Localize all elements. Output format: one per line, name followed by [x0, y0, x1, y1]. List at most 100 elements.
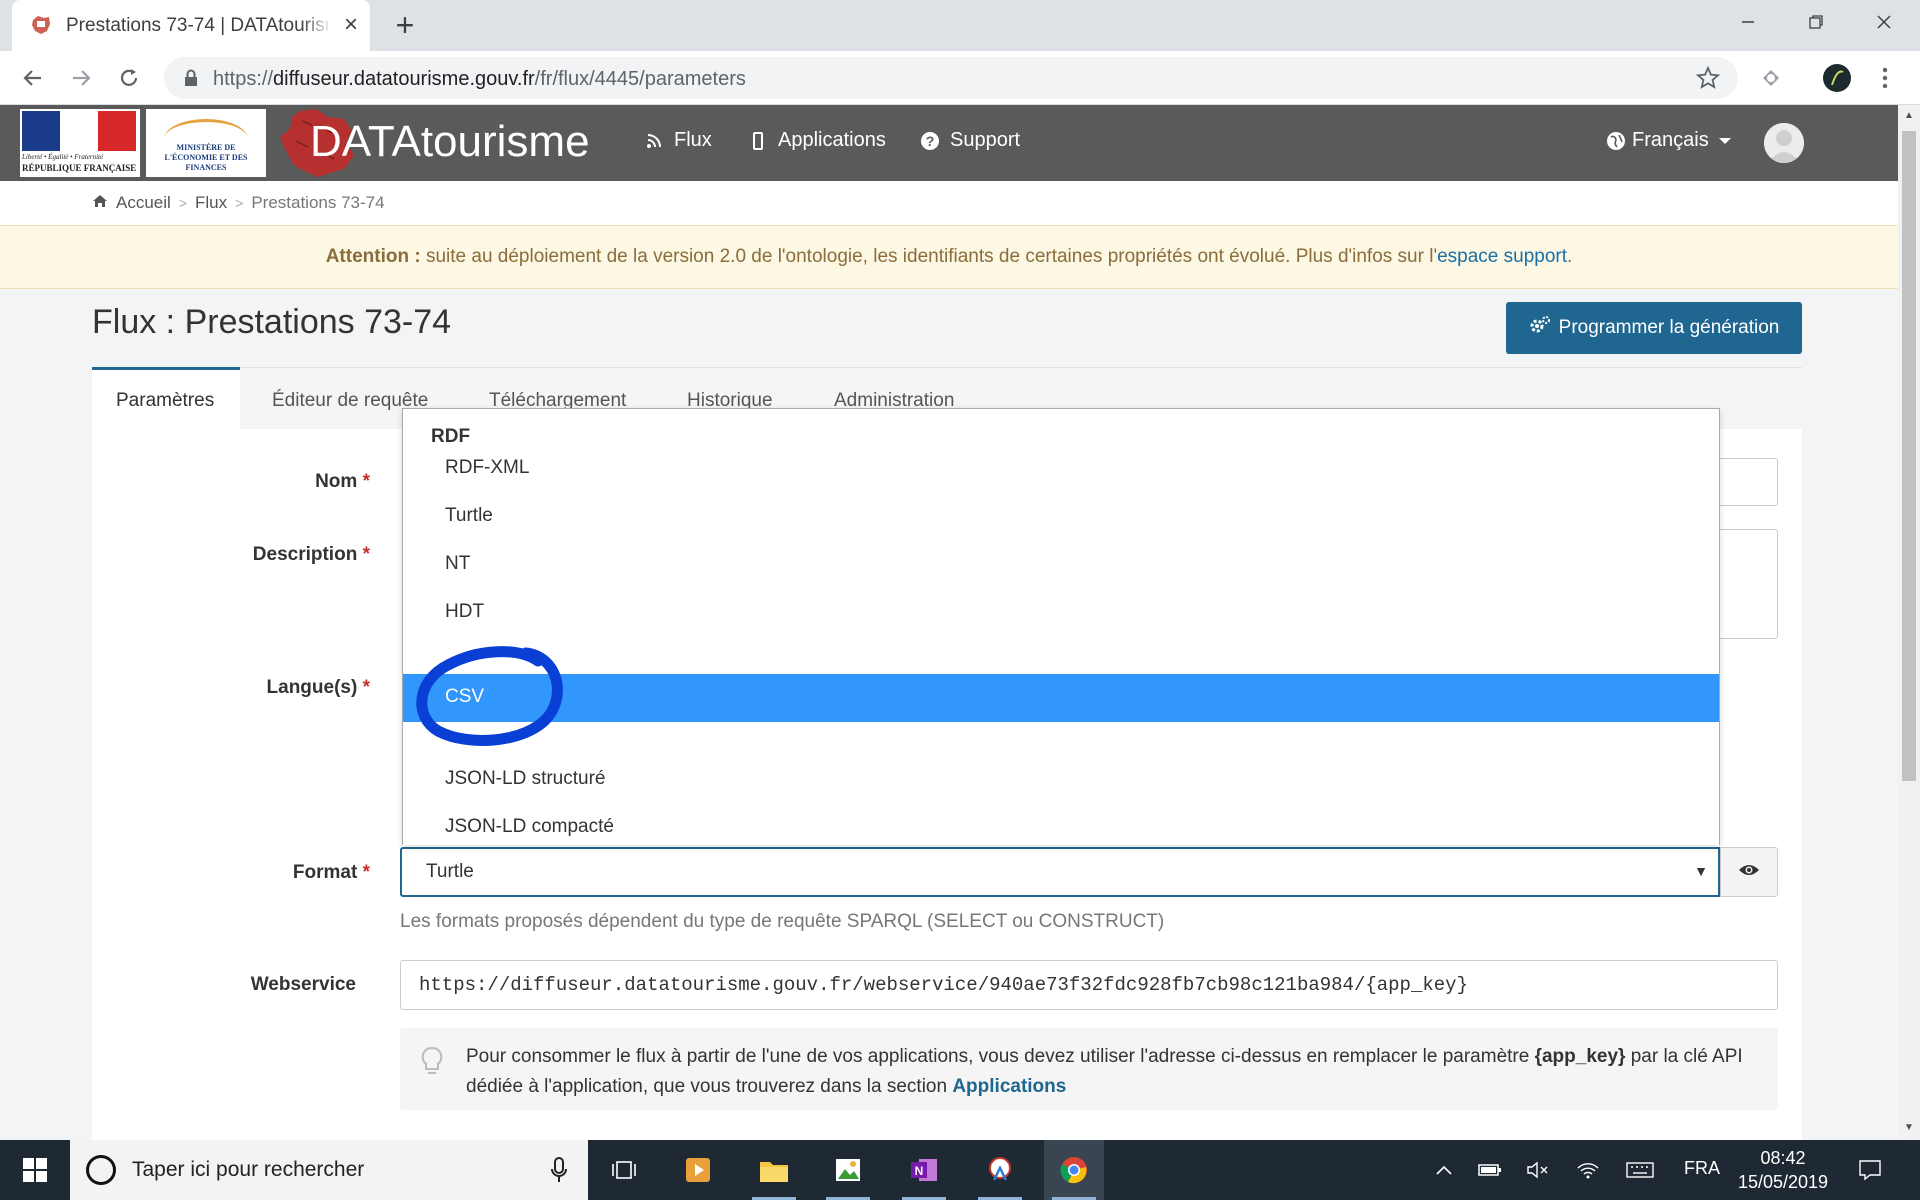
ministry-name: MINISTÈRE DE L'ÉCONOMIE ET DES FINANCES: [164, 143, 248, 172]
lightbulb-icon: [420, 1046, 444, 1078]
option-jsonld-structure[interactable]: JSON-LD structuré: [403, 756, 1719, 804]
question-circle-icon: ?: [920, 131, 940, 151]
applications-link[interactable]: Applications: [952, 1076, 1066, 1097]
option-hdt[interactable]: HDT: [403, 589, 1719, 637]
brand-wordmark: DATAtourisme: [310, 117, 590, 166]
volume-muted-icon[interactable]: [1524, 1156, 1552, 1184]
webservice-label: Webservice: [250, 974, 356, 995]
breadcrumb-separator: >: [235, 195, 244, 211]
ministry-logo[interactable]: MINISTÈRE DE L'ÉCONOMIE ET DES FINANCES: [146, 109, 266, 177]
support-link[interactable]: espace support: [1437, 246, 1567, 267]
media-player-icon[interactable]: [668, 1140, 728, 1200]
profile-icon[interactable]: [1822, 63, 1852, 93]
home-icon[interactable]: [92, 193, 108, 213]
browser-tab-strip: Prestations 73-74 | DATAtourisme × +: [0, 0, 1920, 51]
address-bar[interactable]: https://diffuseur.datatourisme.gouv.fr/f…: [164, 57, 1738, 99]
nav-flux-label: Flux: [674, 129, 712, 151]
option-csv[interactable]: CSV: [403, 674, 1719, 722]
clock[interactable]: 08:42 15/05/2019: [1728, 1146, 1838, 1194]
page-scrollbar[interactable]: ▲ ▼: [1898, 105, 1920, 1140]
forward-icon[interactable]: [64, 61, 98, 95]
format-select-value: Turtle: [426, 861, 474, 882]
show-hidden-icons-icon[interactable]: [1430, 1156, 1458, 1184]
format-label: Format *: [292, 862, 370, 883]
scroll-up-icon[interactable]: ▲: [1902, 109, 1916, 123]
select-arrow-icon: ▼: [1694, 863, 1708, 879]
tab-title: Prestations 73-74 | DATAtourisme: [66, 15, 328, 36]
windows-start-icon[interactable]: [0, 1140, 70, 1200]
format-select[interactable]: Turtle ▼: [400, 847, 1720, 897]
taskbar-search[interactable]: Taper ici pour rechercher: [70, 1140, 588, 1200]
site-header: Liberté • Égalité • Fraternité RÉPUBLIQU…: [0, 105, 1898, 181]
datatourisme-logo[interactable]: DATAtourisme: [272, 105, 602, 181]
eye-icon: [1738, 863, 1760, 882]
alert-end: .: [1567, 246, 1573, 267]
tab-close-icon[interactable]: ×: [338, 12, 364, 38]
languages-label: Langue(s) *: [266, 677, 370, 698]
caret-down-icon: [1718, 137, 1731, 144]
program-generation-button[interactable]: Programmer la génération: [1506, 302, 1802, 354]
option-jsonld-compacte[interactable]: JSON-LD compacté: [403, 804, 1719, 852]
option-turtle[interactable]: Turtle: [403, 493, 1719, 541]
back-icon[interactable]: [16, 61, 50, 95]
nav-applications-label: Applications: [778, 129, 886, 151]
flag-image: [22, 111, 136, 151]
reload-icon[interactable]: [112, 61, 146, 95]
wifi-icon[interactable]: [1574, 1156, 1602, 1184]
extension-icon[interactable]: [1756, 63, 1786, 93]
program-generation-label: Programmer la génération: [1558, 317, 1780, 338]
scrollbar-thumb[interactable]: [1902, 131, 1916, 781]
file-explorer-icon[interactable]: [744, 1140, 804, 1200]
chrome-icon[interactable]: [1044, 1140, 1104, 1200]
clock-date: 15/05/2019: [1737, 1172, 1829, 1192]
battery-icon[interactable]: [1476, 1156, 1504, 1184]
task-view-icon[interactable]: [594, 1140, 654, 1200]
microphone-icon[interactable]: [550, 1156, 568, 1184]
notifications-icon[interactable]: [1856, 1156, 1884, 1184]
svg-text:?: ?: [926, 133, 935, 149]
tab-title-fade: [302, 10, 332, 40]
keyboard-icon[interactable]: [1626, 1156, 1654, 1184]
snipping-tool-icon[interactable]: [970, 1140, 1030, 1200]
minimize-icon[interactable]: [1718, 0, 1778, 44]
webservice-url-field[interactable]: https://diffuseur.datatourisme.gouv.fr/w…: [400, 960, 1778, 1010]
new-tab-icon[interactable]: +: [390, 9, 420, 41]
language-selector[interactable]: Français: [1606, 129, 1731, 152]
cortana-icon: [86, 1155, 116, 1185]
nav-support[interactable]: ? Support: [920, 129, 1020, 152]
bookmark-star-icon[interactable]: [1695, 65, 1721, 90]
scroll-down-icon[interactable]: ▼: [1902, 1121, 1916, 1135]
image-editor-icon[interactable]: [818, 1140, 878, 1200]
rf-name: RÉPUBLIQUE FRANÇAISE: [22, 163, 137, 173]
preview-format-button[interactable]: [1720, 847, 1778, 897]
onenote-icon[interactable]: N: [894, 1140, 954, 1200]
lock-icon: [182, 68, 200, 88]
option-nt[interactable]: NT: [403, 541, 1719, 589]
nav-flux[interactable]: Flux: [644, 129, 712, 152]
nav-applications[interactable]: Applications: [748, 129, 886, 152]
svg-text:N: N: [915, 1164, 924, 1178]
breadcrumb-home[interactable]: Accueil: [116, 193, 171, 213]
page-title: Flux : Prestations 73-74: [92, 303, 452, 341]
close-window-icon[interactable]: [1854, 0, 1914, 44]
format-dropdown-list: RDF RDF-XML Turtle NT HDT CSV JSON-LD st…: [402, 408, 1720, 845]
nav-support-label: Support: [950, 129, 1021, 151]
url-text: https://diffuseur.datatourisme.gouv.fr/f…: [213, 68, 746, 90]
menu-dots-icon[interactable]: [1870, 63, 1900, 93]
avatar[interactable]: [1764, 123, 1804, 163]
ontology-alert: Attention : suite au déploiement de la v…: [0, 225, 1898, 289]
input-language[interactable]: FRA: [1684, 1158, 1720, 1179]
webservice-info-box: Pour consommer le flux à partir de l'une…: [400, 1028, 1778, 1110]
rf-motto: Liberté • Égalité • Fraternité: [22, 153, 104, 161]
tab-parametres[interactable]: Paramètres: [92, 367, 240, 430]
breadcrumb-flux[interactable]: Flux: [195, 193, 227, 213]
windows-taskbar: Taper ici pour rechercher N FRA 08:42 15…: [0, 1140, 1920, 1200]
site-favicon-icon: [30, 14, 52, 36]
option-rdf-xml[interactable]: RDF-XML: [403, 445, 1719, 493]
globe-icon: [1606, 131, 1626, 151]
restore-icon[interactable]: [1786, 0, 1846, 44]
rss-icon: [644, 131, 664, 151]
republique-francaise-logo[interactable]: Liberté • Égalité • Fraternité RÉPUBLIQU…: [20, 109, 140, 177]
webservice-info-text: Pour consommer le flux à partir de l'une…: [466, 1046, 1743, 1097]
browser-tab[interactable]: Prestations 73-74 | DATAtourisme ×: [12, 0, 370, 51]
